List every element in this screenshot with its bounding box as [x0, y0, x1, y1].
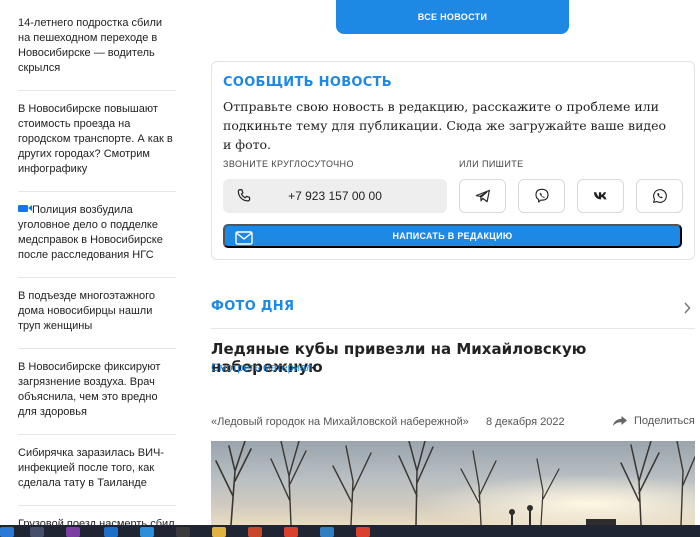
- news-list-item[interactable]: Грузовой поезд насмерть сбил 18-летнего …: [18, 506, 176, 525]
- viber-icon: [534, 188, 549, 203]
- report-title: СООБЩИТЬ НОВОСТЬ: [223, 75, 392, 90]
- telegram-icon: [475, 189, 490, 203]
- chrome-icon[interactable]: [284, 527, 298, 537]
- news-headline: Полиция возбудила уголовное дело о подде…: [18, 204, 163, 261]
- news-list-item[interactable]: Полиция возбудила уголовное дело о подде…: [18, 192, 176, 278]
- folder-icon[interactable]: [212, 527, 226, 537]
- chrome-icon[interactable]: [356, 527, 370, 537]
- vk-icon: [593, 192, 606, 200]
- report-description: Отправьте свою новость в редакцию, расск…: [223, 99, 667, 152]
- app-icon[interactable]: [320, 527, 334, 537]
- photo-of-day-image[interactable]: [211, 441, 695, 525]
- news-headline: В Новосибирске фиксируют загрязнение воз…: [18, 361, 161, 418]
- video-camera-icon: [18, 205, 32, 212]
- news-list-item[interactable]: В Новосибирске повышают стоимость проезд…: [18, 91, 176, 192]
- photo-date: 8 декабря 2022: [486, 416, 565, 428]
- news-headline: Сибирячка заразилась ВИЧ-инфекцией после…: [18, 447, 164, 489]
- app-icon[interactable]: [30, 527, 44, 537]
- whatsapp-button[interactable]: [636, 179, 683, 213]
- whatsapp-icon: [652, 189, 667, 203]
- media-icon[interactable]: [176, 527, 190, 537]
- news-headline: 14-летнего подростка сбили на пешеходном…: [18, 17, 163, 74]
- news-headline: В Новосибирске повышают стоимость проезд…: [18, 103, 173, 175]
- powerpoint-icon[interactable]: [248, 527, 262, 537]
- write-to-editor-button[interactable]: НАПИСАТЬ В РЕДАКЦИЮ: [223, 224, 682, 248]
- view-material-link[interactable]: Смотреть материал: [211, 362, 312, 374]
- onenote-icon[interactable]: [66, 527, 80, 537]
- browser-icon[interactable]: [140, 527, 154, 537]
- photo-caption: «Ледовый городок на Михайловской набереж…: [211, 416, 469, 428]
- news-list-item[interactable]: 14-летнего подростка сбили на пешеходном…: [18, 0, 176, 91]
- winter-trees-image: [211, 441, 695, 525]
- viber-button[interactable]: [518, 179, 565, 213]
- outlook-icon[interactable]: [104, 527, 118, 537]
- share-button[interactable]: Поделиться: [612, 415, 695, 427]
- news-headline: В подъезде многоэтажного дома новосибирц…: [18, 290, 156, 332]
- report-news-card: СООБЩИТЬ НОВОСТЬ Отправьте свою новость …: [211, 61, 695, 260]
- news-headline: Грузовой поезд насмерть сбил 18-летнего …: [18, 518, 175, 525]
- mail-icon: [235, 231, 253, 245]
- news-list-item[interactable]: В Новосибирске фиксируют загрязнение воз…: [18, 349, 176, 435]
- news-list: 14-летнего подростка сбили на пешеходном…: [0, 0, 178, 525]
- write-label: ИЛИ ПИШИТЕ: [459, 159, 524, 169]
- news-list-item[interactable]: Сибирячка заразилась ВИЧ-инфекцией после…: [18, 435, 176, 506]
- all-news-button[interactable]: ВСЕ НОВОСТИ: [336, 0, 569, 34]
- telegram-button[interactable]: [459, 179, 506, 213]
- photo-of-day-title[interactable]: ФОТО ДНЯ: [211, 299, 294, 314]
- call-label: ЗВОНИТЕ КРУГЛОСУТОЧНО: [223, 159, 354, 169]
- start-icon[interactable]: [0, 527, 14, 537]
- share-label: Поделиться: [634, 415, 695, 427]
- divider: [211, 328, 695, 329]
- news-list-item[interactable]: В подъезде многоэтажного дома новосибирц…: [18, 278, 176, 349]
- os-taskbar: [0, 525, 700, 537]
- vk-button[interactable]: [577, 179, 624, 213]
- news-sidebar: 14-летнего подростка сбили на пешеходном…: [0, 0, 178, 525]
- share-icon: [613, 416, 627, 426]
- chevron-right-icon[interactable]: [683, 302, 691, 314]
- phone-button[interactable]: +7 923 157 00 00: [223, 179, 447, 213]
- phone-number: +7 923 157 00 00: [288, 189, 382, 203]
- write-button-label: НАПИСАТЬ В РЕДАКЦИЮ: [392, 231, 513, 241]
